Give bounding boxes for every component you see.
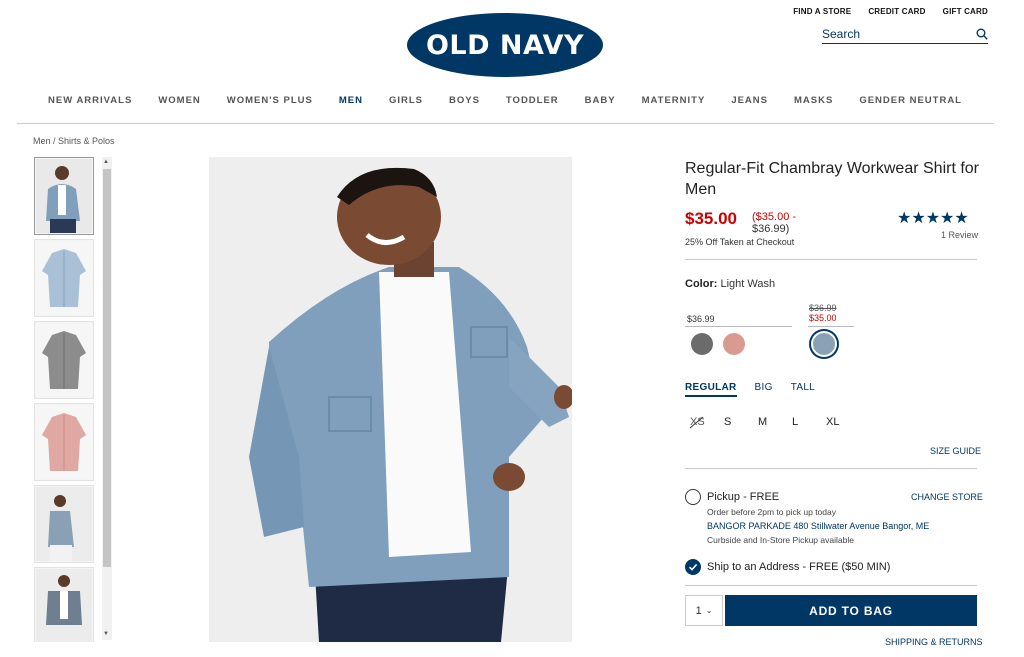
quantity-select[interactable]: 1 ⌄	[685, 595, 723, 626]
thumbnail-shirt-pink[interactable]	[34, 403, 94, 481]
divider	[685, 259, 977, 260]
store-address-link[interactable]: BANGOR PARKADE 480 Stillwater Avenue Ban…	[707, 521, 929, 531]
nav-jeans[interactable]: JEANS	[718, 95, 781, 106]
search-icon[interactable]	[976, 28, 988, 40]
divider	[685, 468, 977, 469]
ship-label[interactable]: Ship to an Address - FREE ($50 MIN)	[707, 561, 890, 573]
quantity-value: 1	[695, 604, 702, 617]
logo-text: OLD NAVY	[425, 29, 585, 61]
swatch-group-price: $36.99	[687, 314, 715, 324]
nav-women[interactable]: WOMEN	[145, 95, 213, 106]
gift-card-link[interactable]: GIFT CARD	[943, 7, 988, 16]
size-xs[interactable]: XS	[690, 416, 724, 428]
breadcrumb[interactable]: Men / Shirts & Polos	[33, 136, 115, 146]
pickup-label[interactable]: Pickup - FREE	[707, 491, 779, 503]
utility-links: FIND A STORE CREDIT CARD GIFT CARD	[793, 7, 988, 16]
nav-baby[interactable]: BABY	[572, 95, 629, 106]
size-s[interactable]: S	[724, 416, 758, 428]
size-m[interactable]: M	[758, 416, 792, 428]
nav-maternity[interactable]: MATERNITY	[629, 95, 719, 106]
nav-masks[interactable]: MASKS	[781, 95, 846, 106]
main-product-image[interactable]	[209, 157, 572, 642]
pickup-note: Order before 2pm to pick up today	[707, 507, 836, 517]
scroll-up-icon[interactable]: ▲	[103, 159, 109, 165]
pickup-radio[interactable]	[685, 489, 701, 505]
divider	[685, 585, 977, 586]
thumbnail-list	[34, 157, 98, 642]
old-navy-logo[interactable]: OLD NAVY	[407, 13, 603, 77]
search-input[interactable]	[822, 27, 962, 41]
thumbnail-scrollbar[interactable]: ▲ ▼	[102, 157, 112, 640]
color-value: Light Wash	[720, 278, 776, 290]
nav-toddler[interactable]: TODDLER	[493, 95, 572, 106]
price-range-line-1: ($35.00 -	[752, 211, 797, 223]
rating-stars[interactable]: ★★★★★	[897, 208, 969, 228]
swatch-group-divider-2	[808, 326, 854, 327]
swatch-light-wash[interactable]	[813, 333, 835, 355]
price-range-line-2: $36.99)	[752, 223, 790, 235]
price-range: ($35.00 - $36.99)	[752, 211, 812, 235]
credit-card-link[interactable]: CREDIT CARD	[868, 7, 925, 16]
promo-text: 25% Off Taken at Checkout	[685, 237, 795, 247]
ship-radio-checked[interactable]	[685, 559, 701, 575]
review-count-link[interactable]: 1 Review	[941, 230, 978, 240]
swatch-pink[interactable]	[723, 333, 745, 355]
nav-boys[interactable]: BOYS	[436, 95, 493, 106]
thumbnail-shirt-gray[interactable]	[34, 321, 94, 399]
sale-price: $35.00	[685, 209, 737, 228]
size-xl[interactable]: XL	[826, 416, 860, 428]
nav-new-arrivals[interactable]: NEW ARRIVALS	[35, 95, 145, 106]
scrollbar-thumb[interactable]	[103, 169, 111, 567]
tab-regular[interactable]: REGULAR	[685, 382, 737, 397]
curbside-note: Curbside and In-Store Pickup available	[707, 535, 854, 545]
thumbnail-model-pose[interactable]	[34, 567, 94, 642]
thumbnail-model-front[interactable]	[34, 157, 94, 235]
size-guide-link[interactable]: SIZE GUIDE	[930, 446, 981, 456]
product-title: Regular-Fit Chambray Workwear Shirt for …	[685, 160, 980, 198]
size-selector: XS S M L XL	[690, 416, 860, 428]
tab-big[interactable]: BIG	[755, 382, 773, 397]
change-store-link[interactable]: CHANGE STORE	[911, 492, 983, 502]
swatch-old-price: $36.99	[809, 303, 837, 313]
main-nav: NEW ARRIVALS WOMEN WOMEN'S PLUS MEN GIRL…	[0, 95, 1010, 106]
checkmark-icon	[688, 563, 698, 571]
swatch-charcoal[interactable]	[691, 333, 713, 355]
swatch-sale-price: $35.00	[809, 313, 837, 323]
tab-tall[interactable]: TALL	[791, 382, 815, 397]
thumbnail-model-side[interactable]	[34, 485, 94, 563]
search-bar	[822, 25, 988, 44]
swatch-group-divider	[685, 326, 792, 327]
nav-girls[interactable]: GIRLS	[376, 95, 436, 106]
size-l[interactable]: L	[792, 416, 826, 428]
nav-divider	[17, 123, 994, 124]
nav-womens-plus[interactable]: WOMEN'S PLUS	[214, 95, 326, 106]
shipping-returns-link[interactable]: SHIPPING & RETURNS	[885, 637, 983, 647]
chevron-down-icon: ⌄	[705, 606, 713, 615]
fit-tabs: REGULAR BIG TALL	[685, 382, 815, 397]
nav-gender-neutral[interactable]: GENDER NEUTRAL	[846, 95, 975, 106]
add-to-bag-button[interactable]: ADD TO BAG	[725, 595, 977, 626]
thumbnail-shirt-light-blue[interactable]	[34, 239, 94, 317]
color-label-key: Color:	[685, 278, 718, 290]
scroll-down-icon[interactable]: ▼	[103, 631, 109, 637]
nav-men[interactable]: MEN	[326, 95, 376, 106]
find-a-store-link[interactable]: FIND A STORE	[793, 7, 851, 16]
color-label: Color: Light Wash	[685, 278, 775, 290]
